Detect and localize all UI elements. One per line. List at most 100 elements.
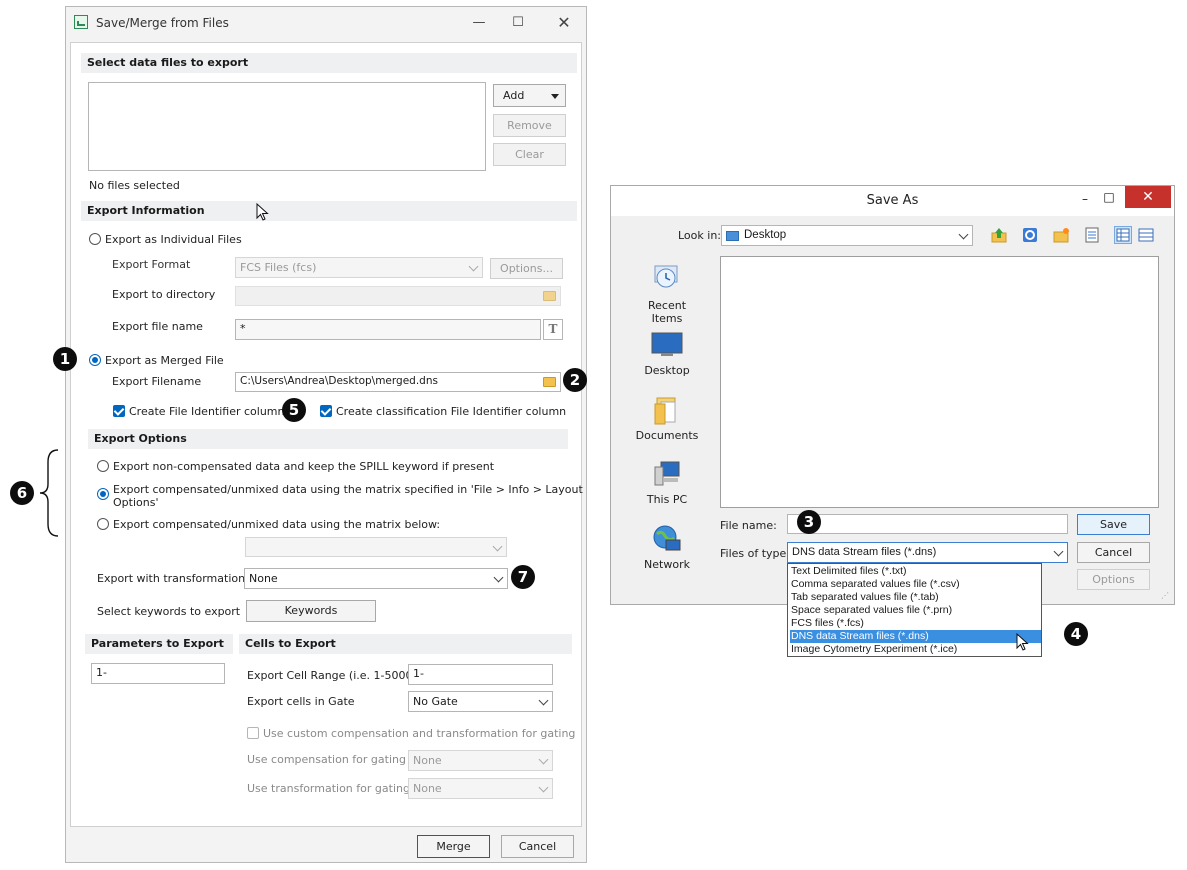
remove-button[interactable]: Remove xyxy=(493,114,566,137)
folder-icon xyxy=(543,291,556,301)
save-button[interactable]: Save xyxy=(1077,514,1150,535)
text-format-icon[interactable]: T xyxy=(543,319,563,340)
minimize-icon[interactable]: — xyxy=(464,13,494,33)
chevron-down-icon xyxy=(492,541,503,552)
comp-gating-select[interactable]: None xyxy=(408,750,553,771)
file-browser-list[interactable] xyxy=(720,256,1159,508)
icons-view-icon[interactable] xyxy=(1137,226,1155,244)
this-pc-label: This PC xyxy=(646,493,688,506)
cells-section: Cells to Export xyxy=(239,634,572,654)
clear-button[interactable]: Clear xyxy=(493,143,566,166)
add-button[interactable]: Add xyxy=(493,84,566,107)
place-documents[interactable]: Documents xyxy=(632,394,702,444)
comp-layout-label-line2: Options' xyxy=(113,496,159,509)
list-view-icon[interactable] xyxy=(1083,226,1101,244)
documents-folder-icon xyxy=(654,397,676,425)
look-in-select[interactable]: Desktop xyxy=(721,225,973,246)
merged-file-label: Export as Merged File xyxy=(105,354,224,367)
dialog-body: Select data files to export Add Remove C… xyxy=(70,42,583,827)
gate-label: Export cells in Gate xyxy=(247,695,355,708)
class-identifier-label: Create classification File Identifier co… xyxy=(336,405,567,418)
file-name-label: File name: xyxy=(720,519,777,532)
type-option-fcs[interactable]: FCS files (*.fcs) xyxy=(790,617,1041,630)
maximize-icon[interactable]: ☐ xyxy=(503,13,533,33)
matrix-select[interactable] xyxy=(245,537,507,557)
save-as-title-bar: Save As – □ ✕ xyxy=(611,186,1174,216)
chevron-down-icon xyxy=(493,572,504,583)
custom-comp-label: Use custom compensation and transformati… xyxy=(263,727,576,740)
comp-layout-radio[interactable] xyxy=(97,488,109,500)
trans-gating-select[interactable]: None xyxy=(408,778,553,799)
type-option-txt[interactable]: Text Delimited files (*.txt) xyxy=(790,565,1041,578)
place-desktop[interactable]: Desktop xyxy=(632,329,702,379)
network-globe-icon xyxy=(653,525,681,551)
maximize-icon[interactable]: □ xyxy=(1101,190,1117,204)
gate-select[interactable]: No Gate xyxy=(408,691,553,712)
export-format-select[interactable]: FCS Files (fcs) xyxy=(235,257,483,278)
network-label: Network xyxy=(644,558,690,571)
resize-grip-icon[interactable]: ⋰ xyxy=(1161,591,1171,601)
cell-range-field[interactable]: 1- xyxy=(408,664,553,685)
callout-5: 5 xyxy=(282,398,306,422)
params-section: Parameters to Export xyxy=(85,634,233,654)
new-folder-icon[interactable] xyxy=(1052,226,1070,244)
noncomp-label: Export non-compensated data and keep the… xyxy=(113,460,495,473)
detail-view-icon[interactable] xyxy=(1114,226,1132,244)
individual-files-label: Export as Individual Files xyxy=(105,233,242,246)
close-icon[interactable]: ✕ xyxy=(549,13,579,33)
cancel-button[interactable]: Cancel xyxy=(501,835,574,858)
file-identifier-checkbox[interactable] xyxy=(113,405,125,417)
custom-comp-checkbox[interactable] xyxy=(247,727,259,739)
file-list[interactable] xyxy=(88,82,486,171)
merged-file-radio[interactable] xyxy=(89,354,101,366)
callout-4: 4 xyxy=(1064,622,1088,646)
files-of-type-select[interactable]: DNS data Stream files (*.dns) xyxy=(787,542,1068,563)
place-recent-items[interactable]: Recent Items xyxy=(632,262,702,325)
export-filename-value: C:\Users\Andrea\Desktop\merged.dns xyxy=(240,375,438,387)
individual-files-radio[interactable] xyxy=(89,233,101,245)
up-folder-icon[interactable] xyxy=(990,226,1008,244)
save-as-cancel-button[interactable]: Cancel xyxy=(1077,542,1150,563)
save-as-options-button[interactable]: Options xyxy=(1077,569,1150,590)
noncomp-radio[interactable] xyxy=(97,460,109,472)
class-identifier-checkbox[interactable] xyxy=(320,405,332,417)
type-option-dns[interactable]: DNS data Stream files (*.dns) xyxy=(790,630,1041,643)
desktop-label: Desktop xyxy=(644,364,690,377)
options-button[interactable]: Options... xyxy=(490,258,563,279)
chevron-down-icon xyxy=(538,782,549,793)
browse-folder-icon[interactable] xyxy=(543,377,556,387)
callout-6: 6 xyxy=(10,481,34,505)
export-filename-label: Export Filename xyxy=(112,375,202,388)
add-button-label: Add xyxy=(503,89,525,102)
export-directory-label: Export to directory xyxy=(112,288,216,301)
export-directory-field[interactable] xyxy=(235,286,561,306)
keywords-button[interactable]: Keywords xyxy=(246,600,376,622)
merge-button[interactable]: Merge xyxy=(417,835,490,858)
params-field[interactable]: 1- xyxy=(91,663,225,684)
comp-gating-value: None xyxy=(413,754,442,767)
transformation-label: Export with transformation xyxy=(97,572,246,585)
export-file-name-field[interactable]: * xyxy=(235,319,541,340)
type-option-tab[interactable]: Tab separated values file (*.tab) xyxy=(790,591,1041,604)
save-merge-dialog: Save/Merge from Files — ☐ ✕ Select data … xyxy=(65,6,587,863)
comp-matrix-radio[interactable] xyxy=(97,518,109,530)
place-network[interactable]: Network xyxy=(632,524,702,574)
type-option-prn[interactable]: Space separated values file (*.prn) xyxy=(790,604,1041,617)
dialog-title: Save/Merge from Files xyxy=(96,16,229,30)
transformation-select[interactable]: None xyxy=(244,568,508,589)
export-info-section: Export Information xyxy=(81,201,577,221)
type-option-csv[interactable]: Comma separated values file (*.csv) xyxy=(790,578,1041,591)
trans-gating-value: None xyxy=(413,782,442,795)
close-icon[interactable]: ✕ xyxy=(1125,186,1171,208)
file-name-input[interactable] xyxy=(787,514,1068,534)
cell-range-label: Export Cell Range (i.e. 1-5000) xyxy=(247,669,417,682)
export-filename-field[interactable]: C:\Users\Andrea\Desktop\merged.dns xyxy=(235,372,561,392)
comp-gating-label: Use compensation for gating xyxy=(247,753,406,766)
look-in-label: Look in: xyxy=(678,229,721,242)
callout-3: 3 xyxy=(797,510,821,534)
refresh-icon[interactable] xyxy=(1021,226,1039,244)
type-option-ice[interactable]: Image Cytometry Experiment (*.ice) xyxy=(790,643,1041,656)
file-type-dropdown[interactable]: Text Delimited files (*.txt) Comma separ… xyxy=(787,563,1042,657)
place-this-pc[interactable]: This PC xyxy=(632,459,702,509)
minimize-icon[interactable]: – xyxy=(1077,192,1093,206)
